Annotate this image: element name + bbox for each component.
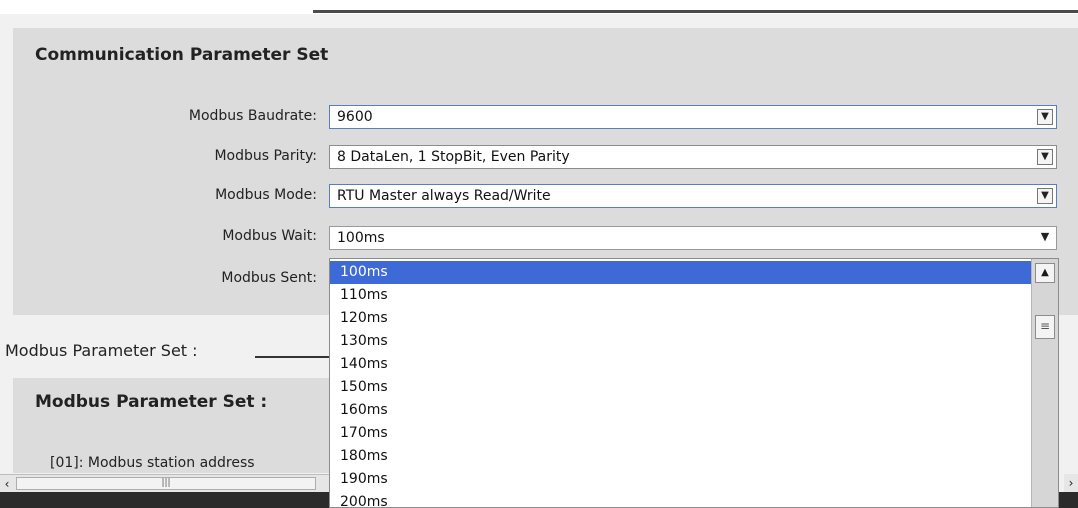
parity-select[interactable]: 8 DataLen, 1 StopBit, Even Parity ▼	[329, 145, 1057, 169]
grip-icon[interactable]: ≡	[1035, 315, 1055, 339]
dropdown-option-selected[interactable]: 100ms	[330, 261, 1031, 284]
chevron-down-icon[interactable]: ▼	[1037, 188, 1053, 204]
chevron-down-icon[interactable]: ▼	[1037, 109, 1053, 125]
wait-dropdown-list[interactable]: 100ms 110ms 120ms 130ms 140ms 150ms 160m…	[329, 258, 1059, 508]
chevron-left-icon[interactable]: ‹	[0, 475, 14, 493]
scrollbar-thumb[interactable]: |||	[16, 477, 316, 490]
dropdown-option[interactable]: 150ms	[330, 376, 1031, 399]
station-address-label: [01]: Modbus station address	[50, 455, 255, 471]
parity-label: Modbus Parity:	[214, 148, 317, 164]
dropdown-option[interactable]: 140ms	[330, 353, 1031, 376]
dropdown-scrollbar[interactable]: ▲ ≡	[1031, 259, 1058, 507]
dropdown-option[interactable]: 120ms	[330, 307, 1031, 330]
mode-label: Modbus Mode:	[215, 187, 317, 203]
dropdown-option[interactable]: 190ms	[330, 468, 1031, 491]
baudrate-value: 9600	[337, 109, 373, 125]
dropdown-option[interactable]: 130ms	[330, 330, 1031, 353]
parity-value: 8 DataLen, 1 StopBit, Even Parity	[337, 149, 570, 165]
dropdown-option[interactable]: 160ms	[330, 399, 1031, 422]
mode-value: RTU Master always Read/Write	[337, 188, 551, 204]
tab-underline	[313, 10, 1078, 13]
baudrate-label: Modbus Baudrate:	[188, 108, 317, 124]
mode-select[interactable]: RTU Master always Read/Write ▼	[329, 184, 1057, 208]
wait-select[interactable]: 100ms ▼	[329, 226, 1057, 250]
dropdown-option[interactable]: 200ms	[330, 491, 1031, 507]
wait-value: 100ms	[337, 230, 385, 246]
modbus-section-heading: Modbus Parameter Set :	[5, 341, 198, 360]
chevron-up-icon[interactable]: ▲	[1035, 263, 1055, 283]
dropdown-option[interactable]: 110ms	[330, 284, 1031, 307]
chevron-down-icon[interactable]: ▼	[1037, 230, 1053, 246]
baudrate-select[interactable]: 9600 ▼	[329, 105, 1057, 129]
dropdown-option[interactable]: 180ms	[330, 445, 1031, 468]
chevron-right-icon[interactable]: ›	[1064, 474, 1078, 492]
panel-title: Communication Parameter Set	[35, 45, 329, 65]
section-divider	[255, 356, 330, 358]
horizontal-scrollbar[interactable]: ‹ |||	[0, 474, 330, 493]
dropdown-option[interactable]: 170ms	[330, 422, 1031, 445]
sent-label: Modbus Sent:	[221, 270, 317, 286]
chevron-down-icon[interactable]: ▼	[1037, 149, 1053, 165]
modbus-panel-title: Modbus Parameter Set :	[35, 392, 268, 412]
wait-label: Modbus Wait:	[222, 228, 317, 244]
